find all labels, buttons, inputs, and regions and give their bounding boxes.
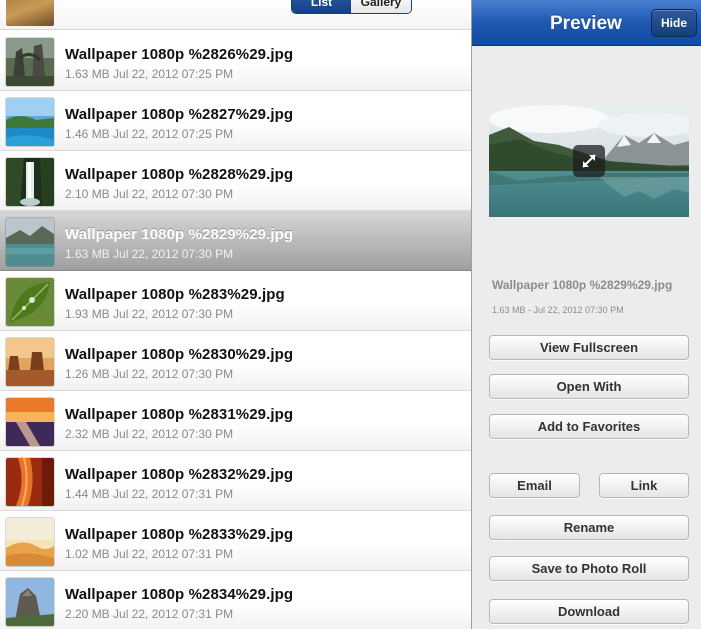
file-thumbnail [6,38,54,86]
file-name: Wallpaper 1080p %283%29.jpg [65,286,285,303]
preview-panel: Preview Hide Wallpaper 1080p %2829%29.jp… [471,0,701,629]
file-thumbnail [6,278,54,326]
file-thumbnail [6,458,54,506]
file-row[interactable]: Wallpaper 1080p %283%29.jpg 1.93 MB Jul … [0,271,471,331]
preview-header: Preview Hide [472,0,701,46]
file-thumbnail [6,518,54,566]
file-meta: 2.32 MB Jul 22, 2012 07:30 PM [65,427,234,441]
file-thumbnail [6,338,54,386]
file-list-panel: List Gallery Wallpaper 1080p %2826%29.jp… [0,0,471,629]
file-row[interactable]: Wallpaper 1080p %2832%29.jpg 1.44 MB Jul… [0,451,471,511]
file-meta: 1.63 MB Jul 22, 2012 07:30 PM [65,247,234,261]
hide-button[interactable]: Hide [651,9,697,37]
download-button[interactable]: Download [489,599,689,624]
file-name: Wallpaper 1080p %2829%29.jpg [65,226,294,243]
file-meta: 1.26 MB Jul 22, 2012 07:30 PM [65,367,234,381]
link-button[interactable]: Link [599,473,689,498]
file-meta: 1.44 MB Jul 22, 2012 07:31 PM [65,487,234,501]
file-meta: 1.63 MB Jul 22, 2012 07:25 PM [65,67,234,81]
file-meta: 1.93 MB Jul 22, 2012 07:30 PM [65,307,234,321]
file-row[interactable]: Wallpaper 1080p %2830%29.jpg 1.26 MB Jul… [0,331,471,391]
expand-icon[interactable] [573,145,605,177]
file-row[interactable]: Wallpaper 1080p %2827%29.jpg 1.46 MB Jul… [0,91,471,151]
file-name: Wallpaper 1080p %2828%29.jpg [65,166,294,183]
file-name: Wallpaper 1080p %2826%29.jpg [65,46,294,63]
open-with-button[interactable]: Open With [489,374,689,399]
file-meta: 1.46 MB Jul 22, 2012 07:25 PM [65,127,234,141]
rename-button[interactable]: Rename [489,515,689,540]
file-meta: 1.02 MB Jul 22, 2012 07:31 PM [65,547,234,561]
file-thumbnail [6,158,54,206]
preview-file-name: Wallpaper 1080p %2829%29.jpg [492,278,673,292]
file-row[interactable]: Wallpaper 1080p %2828%29.jpg 2.10 MB Jul… [0,151,471,211]
email-button[interactable]: Email [489,473,580,498]
file-thumbnail [6,398,54,446]
file-thumbnail [6,578,54,626]
view-fullscreen-button[interactable]: View Fullscreen [489,335,689,360]
preview-file-meta: 1.63 MB - Jul 22, 2012 07:30 PM [492,305,624,315]
file-row[interactable]: Wallpaper 1080p %2826%29.jpg 1.63 MB Jul… [0,31,471,91]
list-view-button[interactable]: List [292,0,351,13]
file-name: Wallpaper 1080p %2831%29.jpg [65,406,294,423]
file-row[interactable]: Wallpaper 1080p %2833%29.jpg 1.02 MB Jul… [0,511,471,571]
file-meta: 2.20 MB Jul 22, 2012 07:31 PM [65,607,234,621]
file-thumbnail [6,98,54,146]
file-row[interactable]: Wallpaper 1080p %2834%29.jpg 2.20 MB Jul… [0,571,471,629]
file-name: Wallpaper 1080p %2830%29.jpg [65,346,294,363]
file-thumbnail [6,218,54,266]
add-to-favorites-button[interactable]: Add to Favorites [489,414,689,439]
view-mode-segmented-control: List Gallery [291,0,412,14]
gallery-view-button[interactable]: Gallery [351,0,411,13]
file-name: Wallpaper 1080p %2834%29.jpg [65,586,294,603]
save-to-photo-roll-button[interactable]: Save to Photo Roll [489,556,689,581]
preview-image[interactable] [489,105,689,217]
list-toolbar: List Gallery [0,0,471,30]
file-name: Wallpaper 1080p %2833%29.jpg [65,526,294,543]
file-row-selected[interactable]: Wallpaper 1080p %2829%29.jpg 1.63 MB Jul… [0,211,471,271]
partial-thumbnail [6,0,54,26]
file-name: Wallpaper 1080p %2832%29.jpg [65,466,294,483]
file-meta: 2.10 MB Jul 22, 2012 07:30 PM [65,187,234,201]
preview-title: Preview [550,13,622,34]
file-name: Wallpaper 1080p %2827%29.jpg [65,106,294,123]
file-row[interactable]: Wallpaper 1080p %2831%29.jpg 2.32 MB Jul… [0,391,471,451]
